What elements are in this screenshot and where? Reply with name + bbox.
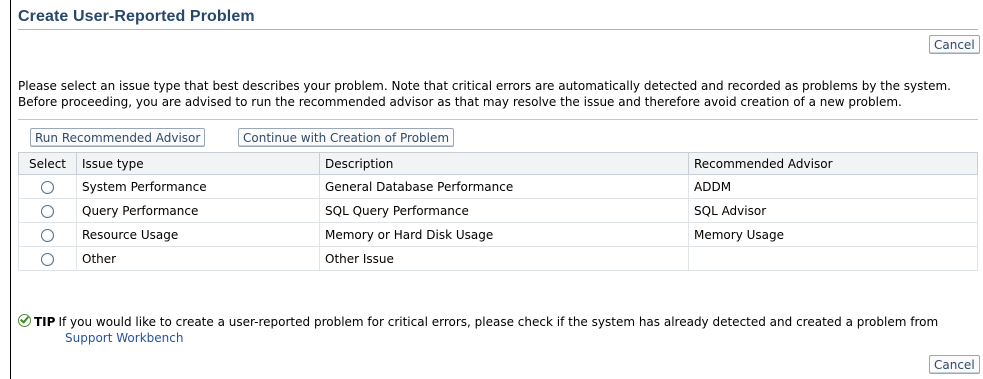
select-cell <box>18 174 77 199</box>
issue-type-table: Select Issue type Description Recommende… <box>18 152 978 271</box>
run-recommended-advisor-button[interactable]: Run Recommended Advisor <box>30 128 206 147</box>
table-row: Resource Usage Memory or Hard Disk Usage… <box>18 222 978 247</box>
radio-button[interactable] <box>41 204 54 218</box>
issue-type-cell: System Performance <box>76 174 320 199</box>
title-divider <box>18 29 978 30</box>
tip-label: TIP <box>34 315 56 329</box>
radio-button[interactable] <box>41 180 54 194</box>
table-header-row: Select Issue type Description Recommende… <box>18 152 978 175</box>
table-row: System Performance General Database Perf… <box>18 174 978 199</box>
intro-line-1: Please select an issue type that best de… <box>18 79 951 93</box>
support-workbench-link[interactable]: Support Workbench <box>65 331 183 345</box>
column-header-recommended-advisor: Recommended Advisor <box>688 152 978 175</box>
advisor-cell: SQL Advisor <box>688 198 978 223</box>
intro-line-2: Before proceeding, you are advised to ru… <box>18 95 902 109</box>
intro-text: Please select an issue type that best de… <box>18 78 951 110</box>
description-cell: General Database Performance <box>319 174 689 199</box>
column-header-description: Description <box>319 152 689 175</box>
advisor-cell <box>688 246 978 271</box>
issue-type-cell: Resource Usage <box>76 222 320 247</box>
radio-button[interactable] <box>41 228 54 242</box>
tip-text: If you would like to create a user-repor… <box>58 315 939 329</box>
description-cell: Memory or Hard Disk Usage <box>319 222 689 247</box>
checkmark-circle-icon <box>18 314 31 327</box>
tip-link-line: Support Workbench <box>18 330 938 346</box>
select-cell <box>18 246 77 271</box>
table-row: Other Other Issue <box>18 246 978 271</box>
advisor-cell: ADDM <box>688 174 978 199</box>
tip-line: TIP If you would like to create a user-re… <box>18 314 938 330</box>
column-header-select: Select <box>18 152 77 175</box>
description-cell: SQL Query Performance <box>319 198 689 223</box>
select-cell <box>18 222 77 247</box>
advisor-cell: Memory Usage <box>688 222 978 247</box>
column-header-issue-type: Issue type <box>76 152 320 175</box>
tip-block: TIP If you would like to create a user-re… <box>18 314 938 346</box>
cancel-button-bottom[interactable]: Cancel <box>929 355 980 374</box>
issue-type-cell: Query Performance <box>76 198 320 223</box>
select-cell <box>18 198 77 223</box>
issue-type-cell: Other <box>76 246 320 271</box>
section-divider <box>18 119 978 120</box>
cancel-button-top[interactable]: Cancel <box>929 35 980 54</box>
radio-button[interactable] <box>41 252 54 266</box>
table-row: Query Performance SQL Query Performance … <box>18 198 978 223</box>
description-cell: Other Issue <box>319 246 689 271</box>
continue-creation-button[interactable]: Continue with Creation of Problem <box>238 128 455 147</box>
left-border <box>10 0 11 379</box>
page-title: Create User-Reported Problem <box>18 8 255 25</box>
